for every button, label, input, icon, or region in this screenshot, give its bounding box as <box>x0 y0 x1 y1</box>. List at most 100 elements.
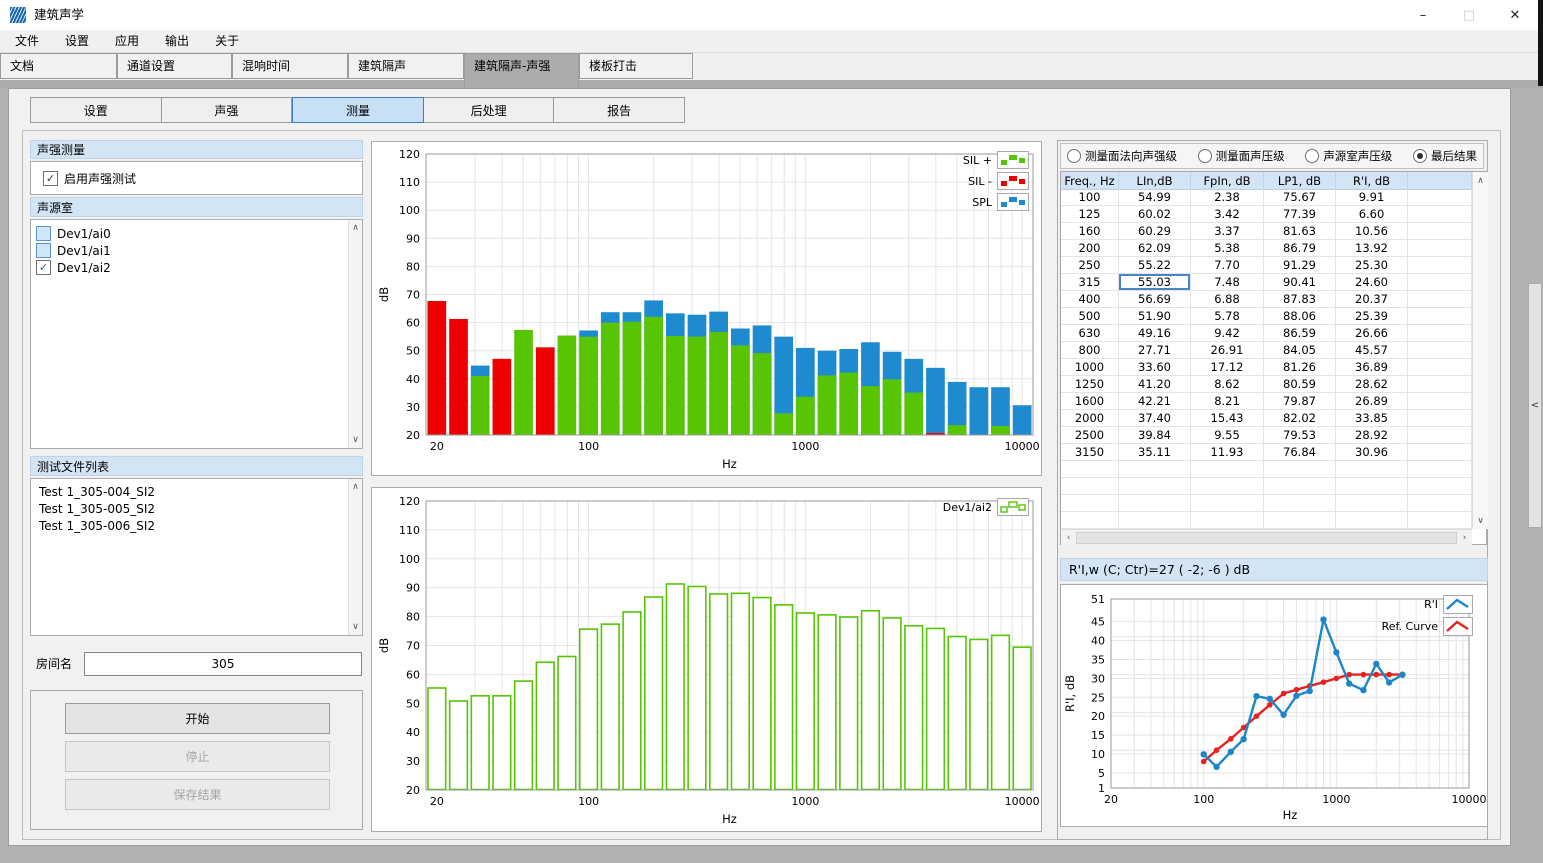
table-cell[interactable]: 1000 <box>1061 359 1119 375</box>
file-item-1[interactable]: Test 1_305-005_SI2 <box>31 500 362 517</box>
tab-0[interactable]: 文档 <box>0 53 117 79</box>
table-vscrollbar[interactable]: ∧ ∨ <box>1472 172 1488 529</box>
table-cell[interactable]: 20.37 <box>1336 291 1408 307</box>
table-cell[interactable]: 6.60 <box>1336 206 1408 222</box>
table-cell[interactable] <box>1408 189 1472 205</box>
radio-option-2[interactable]: 声源室声压级 <box>1305 148 1392 164</box>
channel-item-2[interactable]: ✓Dev1/ai2 <box>31 259 362 276</box>
menu-item-2[interactable]: 应用 <box>102 30 152 52</box>
radio-icon[interactable] <box>1413 149 1427 163</box>
table-cell[interactable]: 3.37 <box>1191 223 1264 239</box>
table-header-cell-2[interactable]: FpIn, dB <box>1191 172 1264 189</box>
table-cell[interactable]: 2500 <box>1061 427 1119 443</box>
table-cell[interactable]: 315 <box>1061 274 1119 290</box>
table-cell[interactable]: 26.89 <box>1336 393 1408 409</box>
table-cell[interactable] <box>1408 223 1472 239</box>
table-cell[interactable]: 41.20 <box>1119 376 1191 392</box>
table-cell[interactable]: 7.70 <box>1191 257 1264 273</box>
table-cell[interactable]: 75.67 <box>1264 189 1336 205</box>
table-cell[interactable]: 5.38 <box>1191 240 1264 256</box>
table-cell[interactable]: 84.05 <box>1264 342 1336 358</box>
table-cell[interactable]: 3.42 <box>1191 206 1264 222</box>
minimize-button[interactable]: – <box>1400 0 1446 30</box>
table-cell[interactable] <box>1408 240 1472 256</box>
table-cell[interactable]: 8.21 <box>1191 393 1264 409</box>
scroll-right-icon[interactable]: › <box>1457 530 1472 546</box>
table-cell[interactable] <box>1408 291 1472 307</box>
table-cell[interactable]: 9.42 <box>1191 325 1264 341</box>
scroll-down-icon[interactable]: ∨ <box>349 433 362 447</box>
table-cell[interactable] <box>1408 274 1472 290</box>
table-cell[interactable]: 15.43 <box>1191 410 1264 426</box>
table-cell[interactable]: 30.96 <box>1336 444 1408 460</box>
table-cell[interactable]: 13.92 <box>1336 240 1408 256</box>
table-cell[interactable] <box>1408 444 1472 460</box>
table-cell[interactable] <box>1408 427 1472 443</box>
table-cell[interactable]: 7.48 <box>1191 274 1264 290</box>
table-cell[interactable]: 33.85 <box>1336 410 1408 426</box>
close-button[interactable]: ✕ <box>1492 0 1538 30</box>
table-cell[interactable]: 630 <box>1061 325 1119 341</box>
scroll-up-icon[interactable]: ∧ <box>349 221 362 235</box>
table-cell[interactable]: 49.16 <box>1119 325 1191 341</box>
table-cell[interactable]: 24.60 <box>1336 274 1408 290</box>
table-header-cell-1[interactable]: LIn,dB <box>1119 172 1191 189</box>
table-cell[interactable]: 81.63 <box>1264 223 1336 239</box>
scroll-left-icon[interactable]: ‹ <box>1061 530 1076 546</box>
subtab-0[interactable]: 设置 <box>30 97 162 123</box>
table-cell[interactable]: 82.02 <box>1264 410 1336 426</box>
table-cell[interactable] <box>1408 376 1472 392</box>
table-cell[interactable]: 77.39 <box>1264 206 1336 222</box>
room-name-input[interactable]: 305 <box>84 652 362 676</box>
menu-item-0[interactable]: 文件 <box>2 30 52 52</box>
table-cell[interactable]: 11.93 <box>1191 444 1264 460</box>
radio-option-0[interactable]: 测量面法向声强级 <box>1067 148 1177 164</box>
table-cell[interactable]: 81.26 <box>1264 359 1336 375</box>
stop-button[interactable]: 停止 <box>65 741 330 772</box>
table-cell[interactable]: 9.91 <box>1336 189 1408 205</box>
table-cell[interactable]: 2.38 <box>1191 189 1264 205</box>
channel-list-scrollbar[interactable]: ∧ ∨ <box>348 220 362 448</box>
table-cell[interactable]: 27.71 <box>1119 342 1191 358</box>
table-cell[interactable]: 36.89 <box>1336 359 1408 375</box>
table-cell[interactable]: 28.92 <box>1336 427 1408 443</box>
radio-option-3[interactable]: 最后结果 <box>1413 148 1477 164</box>
table-cell[interactable]: 28.62 <box>1336 376 1408 392</box>
radio-icon[interactable] <box>1067 149 1081 163</box>
table-cell[interactable]: 60.02 <box>1119 206 1191 222</box>
table-cell[interactable]: 800 <box>1061 342 1119 358</box>
table-cell[interactable]: 80.59 <box>1264 376 1336 392</box>
table-cell[interactable]: 60.29 <box>1119 223 1191 239</box>
table-cell[interactable] <box>1408 342 1472 358</box>
table-cell[interactable]: 100 <box>1061 189 1119 205</box>
table-cell[interactable]: 79.53 <box>1264 427 1336 443</box>
radio-option-1[interactable]: 测量面声压级 <box>1198 148 1285 164</box>
subtab-2[interactable]: 测量 <box>292 97 424 123</box>
menu-item-4[interactable]: 关于 <box>202 30 252 52</box>
tab-2[interactable]: 混响时间 <box>232 53 348 79</box>
table-header-cell-0[interactable]: Freq., Hz <box>1061 172 1119 189</box>
scroll-up-icon[interactable]: ∧ <box>349 480 362 494</box>
table-cell[interactable]: 39.84 <box>1119 427 1191 443</box>
table-cell[interactable]: 37.40 <box>1119 410 1191 426</box>
table-cell[interactable]: 55.03 <box>1119 274 1191 290</box>
tab-5[interactable]: 楼板打击 <box>579 53 693 79</box>
table-cell[interactable] <box>1408 325 1472 341</box>
table-cell[interactable]: 8.62 <box>1191 376 1264 392</box>
start-button[interactable]: 开始 <box>65 703 330 734</box>
table-cell[interactable]: 200 <box>1061 240 1119 256</box>
file-item-2[interactable]: Test 1_305-006_SI2 <box>31 517 362 534</box>
table-cell[interactable]: 86.79 <box>1264 240 1336 256</box>
channel-item-1[interactable]: Dev1/ai1 <box>31 242 362 259</box>
scroll-down-icon[interactable]: ∨ <box>349 620 362 634</box>
table-cell[interactable]: 1600 <box>1061 393 1119 409</box>
tab-4[interactable]: 建筑隔声-声强 <box>464 53 579 88</box>
table-cell[interactable]: 500 <box>1061 308 1119 324</box>
enable-intensity-row[interactable]: ✓ 启用声强测试 <box>31 162 362 194</box>
save-result-button[interactable]: 保存结果 <box>65 779 330 810</box>
tab-3[interactable]: 建筑隔声 <box>348 53 464 79</box>
scroll-down-icon[interactable]: ∨ <box>1473 513 1488 528</box>
scroll-up-icon[interactable]: ∧ <box>1473 173 1488 188</box>
table-cell[interactable]: 51.90 <box>1119 308 1191 324</box>
table-cell[interactable]: 91.29 <box>1264 257 1336 273</box>
